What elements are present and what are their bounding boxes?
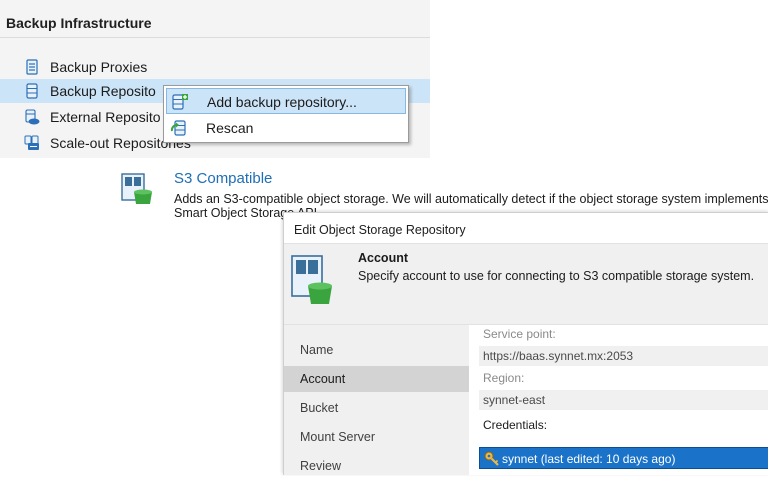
- menu-item-label: Rescan: [206, 120, 254, 136]
- region-label: Region:: [483, 371, 525, 385]
- service-point-field[interactable]: https://baas.synnet.mx:2053: [479, 346, 768, 366]
- nav-item-mount-server[interactable]: Mount Server: [284, 424, 469, 450]
- scale-out-repository-icon: [24, 135, 39, 150]
- proxy-server-icon: [26, 59, 38, 75]
- add-repository-icon: [172, 94, 188, 110]
- s3-compatible-icon: [121, 173, 152, 204]
- credentials-label: Credentials:: [483, 418, 548, 432]
- region-field[interactable]: synnet-east: [479, 390, 768, 410]
- dialog-title: Edit Object Storage Repository: [294, 223, 466, 237]
- step-heading: Account: [358, 251, 408, 265]
- service-point-label: Service point:: [483, 327, 556, 341]
- edit-object-storage-repository-dialog: Edit Object Storage Repository Account S…: [283, 212, 768, 475]
- menu-item-label: Add backup repository...: [207, 94, 357, 110]
- nav-item-bucket[interactable]: Bucket: [284, 395, 469, 421]
- nav-item-name[interactable]: Name: [284, 337, 469, 363]
- credentials-value: synnet (last edited: 10 days ago): [502, 452, 676, 466]
- tree-header: Backup Infrastructure: [0, 8, 430, 38]
- object-storage-icon: [291, 255, 332, 304]
- step-description: Specify account to use for connecting to…: [358, 269, 755, 283]
- tree-item-label: Backup Reposito: [50, 83, 156, 99]
- wizard-nav: Name Account Bucket Mount Server Review: [284, 325, 469, 475]
- nav-item-account[interactable]: Account: [284, 366, 469, 392]
- repository-icon: [26, 83, 38, 99]
- tree-item-label: Backup Proxies: [50, 59, 148, 75]
- rescan-menu-item[interactable]: Rescan: [166, 115, 406, 141]
- credentials-select[interactable]: synnet (last edited: 10 days ago): [479, 447, 768, 469]
- account-step-content: Service point: https://baas.synnet.mx:20…: [469, 325, 768, 475]
- nav-item-review[interactable]: Review: [284, 453, 469, 479]
- rescan-icon: [170, 120, 186, 136]
- s3-compatible-title[interactable]: S3 Compatible: [174, 170, 272, 187]
- context-menu: Add backup repository... Rescan: [163, 85, 409, 143]
- external-repository-icon: [25, 109, 40, 125]
- key-icon: [484, 451, 499, 466]
- add-backup-repository-menu-item[interactable]: Add backup repository...: [166, 88, 406, 114]
- dialog-step-header: Account Specify account to use for conne…: [284, 243, 768, 325]
- tree-item-label: External Reposito: [50, 109, 161, 125]
